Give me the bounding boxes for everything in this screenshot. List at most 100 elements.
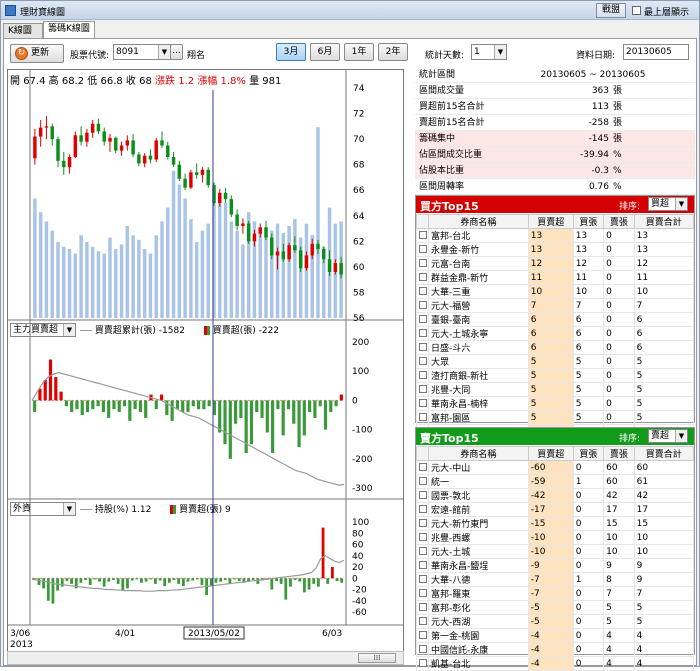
buy-table-row-checkbox[interactable] — [416, 382, 429, 397]
buy-table-row-checkbox[interactable] — [416, 410, 429, 425]
data-date-input[interactable]: 20130605 — [623, 44, 689, 60]
buy-table-row[interactable]: 渣打商銀-新社 5 5 0 5 — [416, 368, 695, 383]
stock-code-combo[interactable]: 8091 ▼ — [113, 44, 171, 60]
checkbox-box[interactable] — [419, 385, 427, 393]
checkbox-box[interactable] — [419, 231, 427, 239]
sell-table-header-cell[interactable]: 買賣超 — [527, 446, 574, 461]
buy-table-row-checkbox[interactable] — [416, 270, 429, 285]
sell-table-row-checkbox[interactable] — [416, 600, 429, 615]
buy-table-row-checkbox[interactable] — [416, 298, 429, 313]
buy-table-row-checkbox[interactable] — [416, 326, 429, 341]
buy-table-row[interactable]: 元大-福營 7 7 0 7 — [416, 298, 695, 313]
sell-table-row-checkbox[interactable] — [416, 642, 429, 657]
sell-table-row[interactable]: 元大-西湖 -5 0 5 5 — [416, 614, 695, 629]
checkbox-box[interactable] — [419, 357, 427, 365]
buy-sort-combo[interactable]: 買超 ▼ — [648, 197, 688, 211]
sell-table-row-checkbox[interactable] — [416, 488, 429, 503]
sell-table-row-checkbox[interactable] — [416, 586, 429, 601]
checkbox-box[interactable] — [419, 575, 427, 583]
tab-kline[interactable]: K線圖 — [3, 23, 43, 38]
checkbox-box[interactable] — [419, 505, 427, 513]
checkbox-box[interactable] — [419, 561, 427, 569]
checkbox-box[interactable] — [419, 477, 427, 485]
save-button[interactable]: 戰盟 — [596, 3, 626, 18]
buy-table-row-checkbox[interactable] — [416, 354, 429, 369]
sell-table-row-checkbox[interactable] — [416, 460, 429, 475]
sell-table-row[interactable]: 統一 -59 1 60 61 — [416, 474, 695, 489]
sell-table-row[interactable]: 第一金-桃園 -4 0 4 4 — [416, 628, 695, 643]
sell-table-row[interactable]: 富邦-羅東 -7 0 7 7 — [416, 586, 695, 601]
ontop-checkbox[interactable] — [632, 6, 641, 15]
buy-table-row[interactable]: 兆豐-大同 5 5 0 5 — [416, 382, 695, 397]
buy-table-row-checkbox[interactable] — [416, 228, 429, 243]
sell-sort-combo[interactable]: 賣超 ▼ — [648, 429, 688, 443]
checkbox-box[interactable] — [419, 259, 427, 267]
sell-table-row-checkbox[interactable] — [416, 502, 429, 517]
sell-table-row[interactable]: 宏遠-館前 -17 0 17 17 — [416, 502, 695, 517]
range-1y-button[interactable]: 1年 — [344, 43, 374, 61]
checkbox-box[interactable] — [419, 603, 427, 611]
buy-table-row[interactable]: 日盛-斗六 6 6 0 6 — [416, 340, 695, 355]
sell-table-row-checkbox[interactable] — [416, 530, 429, 545]
checkbox-box[interactable] — [419, 533, 427, 541]
sell-table-header-cell[interactable]: 賣張 — [603, 446, 635, 461]
scroll-thumb[interactable]: ⁞⁞⁞ — [358, 653, 396, 663]
sell-table-row-checkbox[interactable] — [416, 516, 429, 531]
buy-table-row-checkbox[interactable] — [416, 256, 429, 271]
buy-table-row[interactable]: 大眾 5 5 0 5 — [416, 354, 695, 369]
sell-table-row-checkbox[interactable] — [416, 656, 429, 671]
buy-table-row-checkbox[interactable] — [416, 368, 429, 383]
buy-table-header-cell[interactable]: 買張 — [572, 214, 605, 229]
charts-svg[interactable]: 565860626466687072742001000-100-200-3001… — [8, 70, 403, 652]
buy-table-row[interactable]: 大華-三重 10 10 0 10 — [416, 284, 695, 299]
buy-table-header-cell[interactable]: 賣張 — [603, 214, 635, 229]
checkbox-box[interactable] — [419, 519, 427, 527]
sell-table-row-checkbox[interactable] — [416, 614, 429, 629]
sell-table-row[interactable]: 元大-新竹東門 -15 0 15 15 — [416, 516, 695, 531]
checkbox-box[interactable] — [419, 329, 427, 337]
buy-table-row-checkbox[interactable] — [416, 242, 429, 257]
checkbox-box[interactable] — [419, 463, 427, 471]
sell-table-row[interactable]: 中國信託-永康 -4 0 4 4 — [416, 642, 695, 657]
buy-table-header-cell[interactable]: 券商名稱 — [428, 214, 529, 229]
buy-table-row[interactable]: 元富-台南 12 12 0 12 — [416, 256, 695, 271]
buy-table-header-cell[interactable]: 買賣超 — [527, 214, 574, 229]
range-2y-button[interactable]: 2年 — [378, 43, 408, 61]
sell-table-header-cell[interactable]: 券商名稱 — [428, 446, 529, 461]
refresh-button[interactable]: ↻ 更新 — [10, 44, 64, 63]
checkbox-box[interactable] — [419, 631, 427, 639]
buy-table-row[interactable]: 臺銀-臺南 6 6 0 6 — [416, 312, 695, 327]
buy-table-row-checkbox[interactable] — [416, 284, 429, 299]
buy-table-row-checkbox[interactable] — [416, 340, 429, 355]
checkbox-box[interactable] — [419, 645, 427, 653]
checkbox-box[interactable] — [419, 547, 427, 555]
sell-table-row-checkbox[interactable] — [416, 474, 429, 489]
sell-table-row-checkbox[interactable] — [416, 544, 429, 559]
sell-table-row-checkbox[interactable] — [416, 572, 429, 587]
buy-table-row-checkbox[interactable] — [416, 312, 429, 327]
checkbox-box[interactable] — [419, 413, 427, 421]
sell-table-row[interactable]: 凱基-台北 -4 0 4 4 — [416, 656, 695, 671]
checkbox-box[interactable] — [419, 287, 427, 295]
buy-table-row[interactable]: 群益金鼎-新竹 11 11 0 11 — [416, 270, 695, 285]
checkbox-box[interactable] — [419, 301, 427, 309]
buy-table-row[interactable]: 富邦-台北 13 13 0 13 — [416, 228, 695, 243]
buy-table-row[interactable]: 永豐金-新竹 13 13 0 13 — [416, 242, 695, 257]
sell-table-row[interactable]: 元大-中山 -60 0 60 60 — [416, 460, 695, 475]
buy-table-header-cell[interactable]: 買賣合計 — [633, 214, 695, 229]
checkbox-box[interactable] — [419, 273, 427, 281]
checkbox-box[interactable] — [419, 617, 427, 625]
horizontal-scrollbar[interactable]: ⁞⁞⁞ — [7, 651, 404, 665]
buy-table-row[interactable]: 華南永昌-楠梓 5 5 0 5 — [416, 396, 695, 411]
checkbox-box[interactable] — [419, 371, 427, 379]
stat-days-combo[interactable]: 1 ▼ — [471, 44, 507, 60]
checkbox-box[interactable] — [419, 589, 427, 597]
checkbox-box[interactable] — [419, 491, 427, 499]
sell-table-row-checkbox[interactable] — [416, 628, 429, 643]
more-button[interactable]: ... — [170, 44, 183, 60]
sell-table-row[interactable]: 富邦-彰化 -5 0 5 5 — [416, 600, 695, 615]
sell-table-row[interactable]: 國票-敦北 -42 0 42 42 — [416, 488, 695, 503]
checkbox-box[interactable] — [419, 343, 427, 351]
sell-table-row[interactable]: 兆豐-西螺 -10 0 10 10 — [416, 530, 695, 545]
sell-table-header-cell[interactable]: 買張 — [572, 446, 605, 461]
